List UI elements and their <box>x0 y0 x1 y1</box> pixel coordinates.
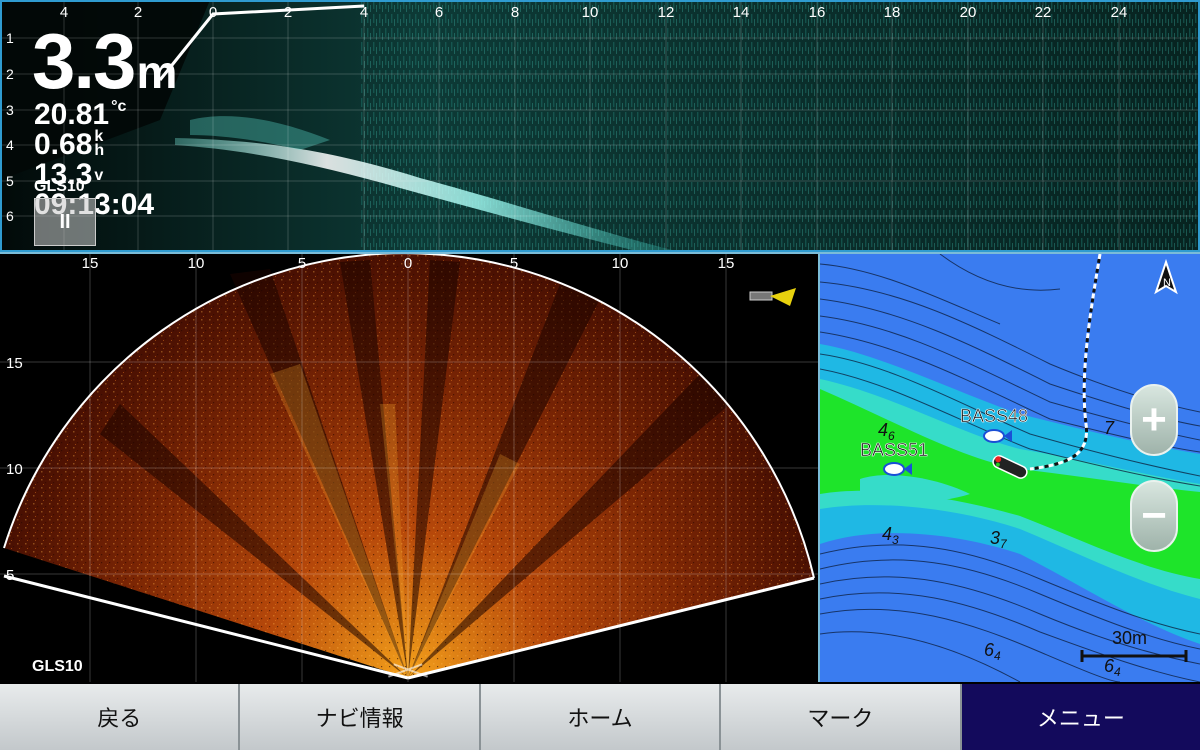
y-tick: 1 <box>6 30 14 46</box>
water-temperature: 20.81 °c <box>34 98 127 131</box>
menu-button[interactable]: メニュー <box>961 684 1200 750</box>
x-tick: 15 <box>718 255 735 272</box>
x-tick: 24 <box>1111 4 1128 21</box>
pause-button[interactable]: II <box>34 198 96 246</box>
x-tick: 4 <box>360 4 368 21</box>
y-tick: 15 <box>6 355 23 372</box>
y-tick: 2 <box>6 66 14 82</box>
back-button[interactable]: 戻る <box>0 684 241 750</box>
map-scale-bar <box>1080 650 1188 662</box>
x-tick: 14 <box>733 4 750 21</box>
contour-map: N BASS48 BASS51 46 7 43 37 64 64 30m <box>820 254 1200 682</box>
speed-value: 0.68 <box>34 128 93 161</box>
chart-map-panel[interactable]: N BASS48 BASS51 46 7 43 37 64 64 30m + − <box>820 254 1200 682</box>
live-sonar-panel[interactable]: 4 2 0 2 4 6 8 10 12 14 16 18 20 22 24 1 … <box>0 0 1200 252</box>
x-tick: 10 <box>612 255 629 272</box>
y-tick: 10 <box>6 461 23 478</box>
x-tick: 15 <box>82 255 99 272</box>
x-tick: 10 <box>188 255 205 272</box>
live-sonar-view: 4 2 0 2 4 6 8 10 12 14 16 18 20 22 24 1 … <box>0 0 1200 252</box>
x-tick: 22 <box>1035 4 1052 21</box>
x-tick: 20 <box>960 4 977 21</box>
speed-readout: 0.68 k h <box>34 128 105 161</box>
x-tick: 18 <box>884 4 901 21</box>
x-tick: 2 <box>284 4 292 21</box>
y-tick: 4 <box>6 137 14 153</box>
bottom-navigation-bar: 戻る ナビ情報 ホーム マーク メニュー <box>0 684 1200 750</box>
x-tick: 2 <box>134 4 142 21</box>
depth-label: 64 <box>984 640 1001 663</box>
x-tick: 0 <box>209 4 217 21</box>
y-tick: 6 <box>6 208 14 224</box>
compass-label: N <box>1163 277 1171 289</box>
forward-sonar-panel[interactable]: 15 10 5 0 5 10 15 15 10 5 GLS10 <box>0 254 818 682</box>
x-tick: 8 <box>511 4 519 21</box>
scale-label: 30m <box>1112 628 1147 648</box>
forward-sonar-view: 15 10 5 0 5 10 15 15 10 5 <box>0 254 818 682</box>
mark-button[interactable]: マーク <box>721 684 962 750</box>
home-button[interactable]: ホーム <box>480 684 722 750</box>
y-tick: 3 <box>6 102 14 118</box>
water-temp-unit: °c <box>111 98 127 115</box>
waypoint-label: BASS48 <box>960 406 1028 426</box>
depth-value: 3.3 <box>32 17 136 105</box>
y-tick: 5 <box>6 173 14 189</box>
water-temp-value: 20.81 <box>34 98 110 131</box>
x-tick: 16 <box>809 4 826 21</box>
nav-info-button[interactable]: ナビ情報 <box>240 684 481 750</box>
voltage-unit: v <box>94 167 104 185</box>
x-tick: 5 <box>510 255 518 272</box>
zoom-out-button[interactable]: − <box>1130 480 1178 552</box>
x-tick: 10 <box>582 4 599 21</box>
zoom-in-button[interactable]: + <box>1130 384 1178 456</box>
x-tick: 0 <box>404 255 412 272</box>
x-tick: 12 <box>658 4 675 21</box>
waypoint-label: BASS51 <box>860 440 928 460</box>
x-tick: 6 <box>435 4 443 21</box>
transducer-label: GLS10 <box>34 178 85 195</box>
depth-label: 7 <box>1104 418 1115 438</box>
x-tick: 5 <box>298 255 306 272</box>
transducer-orientation-icon <box>749 288 796 306</box>
depth-unit: m <box>136 46 177 98</box>
y-tick: 5 <box>6 567 14 584</box>
speed-unit: k h <box>94 128 105 159</box>
transducer-label: GLS10 <box>32 658 83 675</box>
